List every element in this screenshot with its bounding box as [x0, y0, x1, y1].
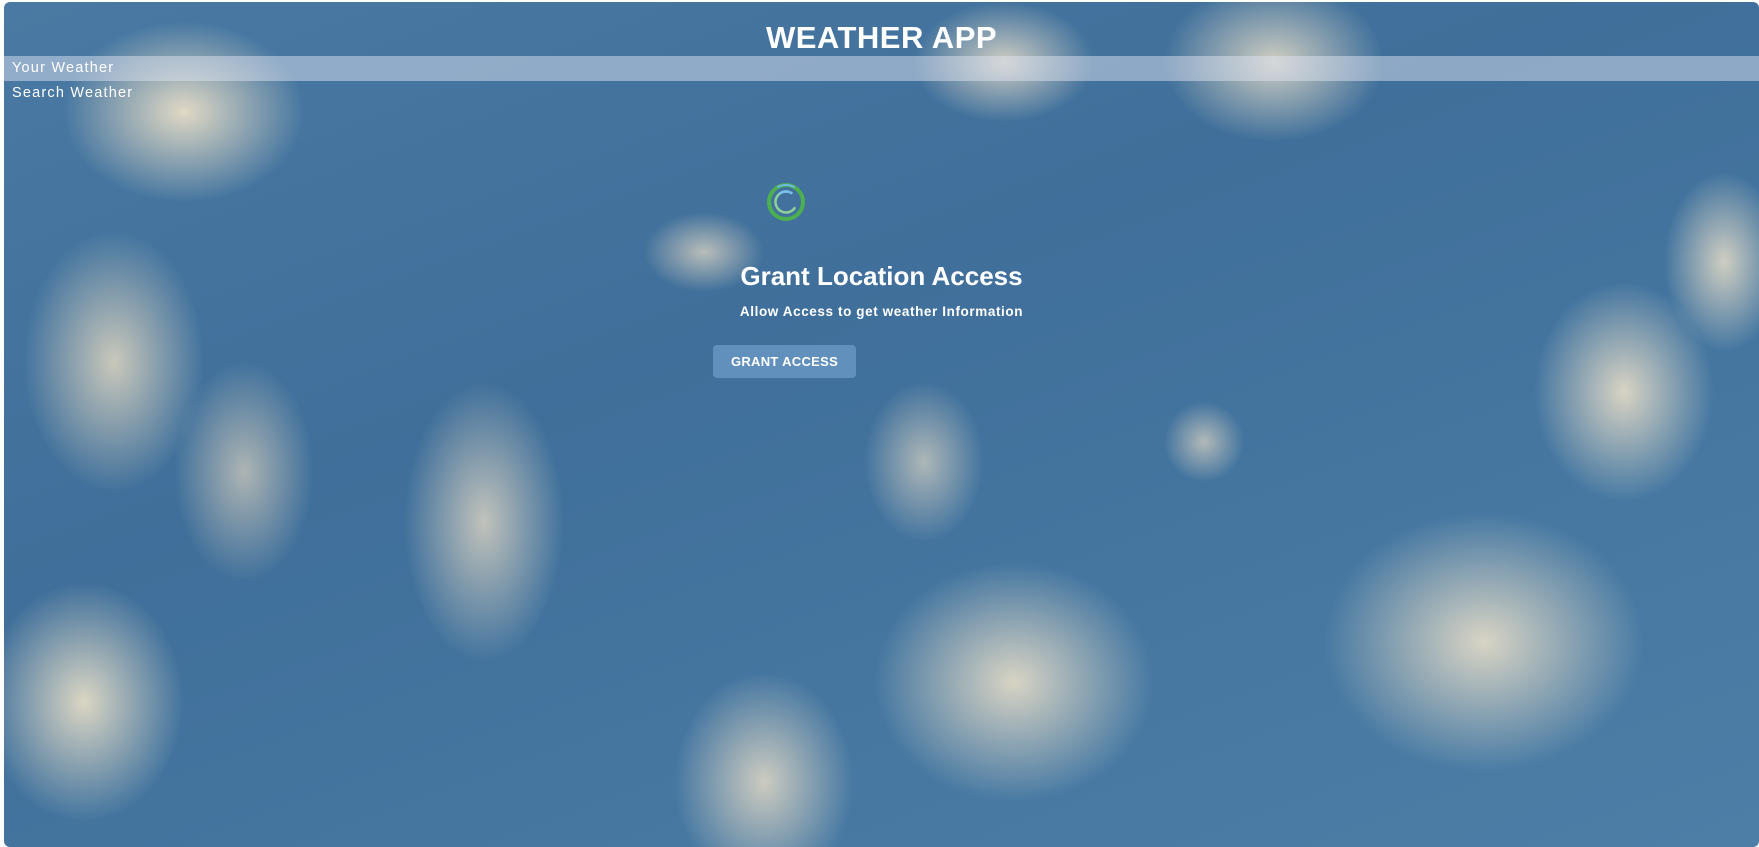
tab-your-weather[interactable]: Your Weather: [4, 56, 1759, 81]
grant-title: Grant Location Access: [740, 261, 1023, 291]
location-radar-icon: [767, 183, 805, 221]
tab-search-weather[interactable]: Search Weather: [4, 81, 1759, 106]
grant-access-button[interactable]: GRANT ACCESS: [713, 345, 856, 378]
app-title: WEATHER APP: [765, 20, 998, 55]
weather-app-container: WEATHER APP Your Weather Search Weather …: [4, 2, 1759, 847]
grant-subtitle: Allow Access to get weather Information: [739, 304, 1024, 319]
